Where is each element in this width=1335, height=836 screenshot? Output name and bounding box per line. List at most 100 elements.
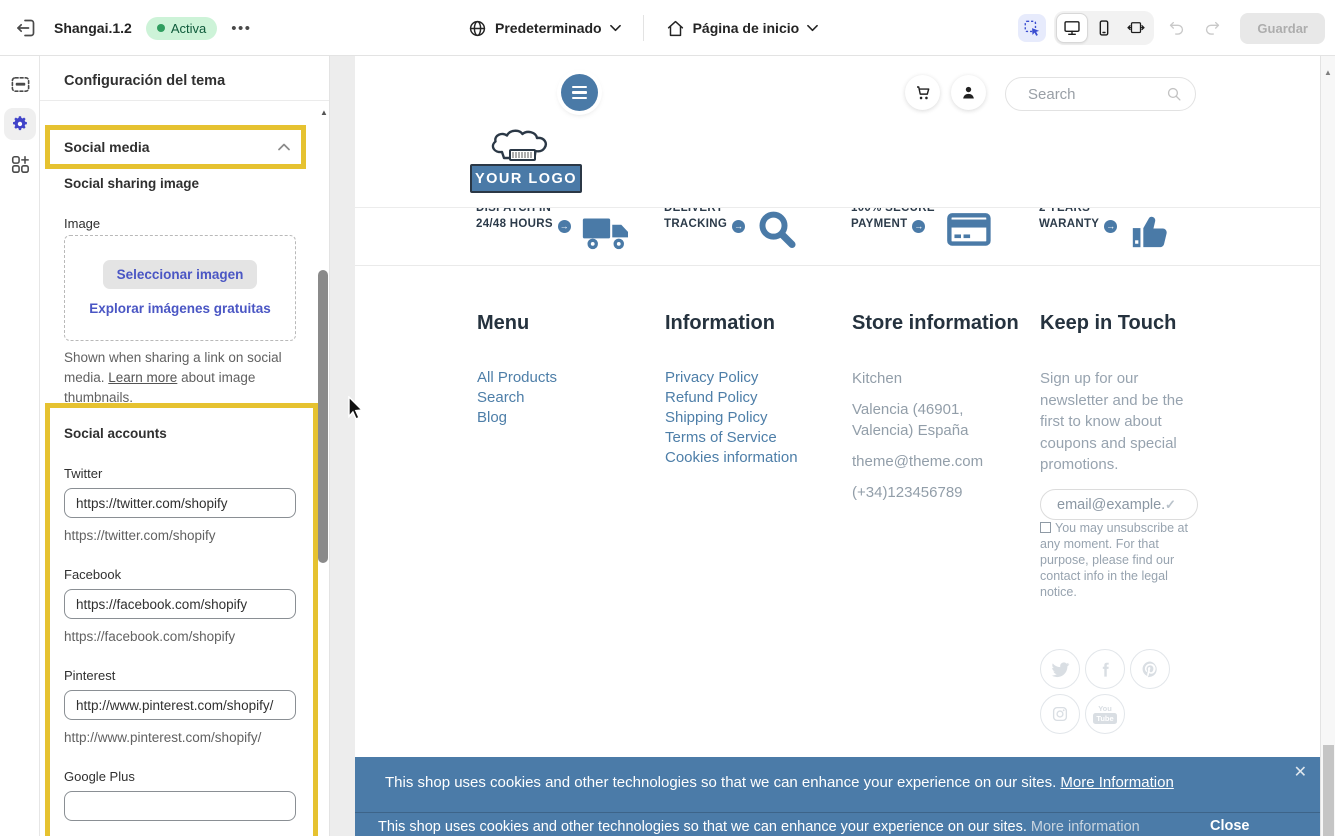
sidebar-scrollbar-thumb[interactable] bbox=[318, 270, 328, 563]
facebook-icon bbox=[1102, 662, 1109, 677]
newsletter-signup: ✓ bbox=[1040, 489, 1198, 520]
rail-theme-settings-tab[interactable] bbox=[4, 108, 36, 140]
arrow-circle-icon: → bbox=[557, 219, 571, 233]
learn-more-link[interactable]: Learn more bbox=[108, 370, 177, 385]
logo-text: YOUR LOGO bbox=[470, 164, 582, 193]
save-button[interactable]: Guardar bbox=[1240, 12, 1325, 44]
footer-link[interactable]: All Products bbox=[477, 368, 557, 388]
device-preview-switcher bbox=[1054, 11, 1155, 45]
arrow-circle-icon: → bbox=[1104, 219, 1118, 233]
responsive-width-icon bbox=[1127, 22, 1145, 34]
sections-icon bbox=[11, 76, 29, 92]
cart-button[interactable] bbox=[905, 75, 940, 110]
benefit-dispatch[interactable]: DISPATCH IN 24/48 HOURS → bbox=[476, 208, 633, 251]
inspector-cursor-icon bbox=[1024, 20, 1040, 36]
scroll-up-arrow[interactable]: ▲ bbox=[1324, 68, 1332, 77]
footer-store-title: Store information bbox=[852, 312, 1019, 334]
benefit-warranty[interactable]: 2 YEARS WARANTY → bbox=[1039, 208, 1173, 251]
instagram-icon bbox=[1052, 706, 1068, 722]
benefits-bar: DISPATCH IN 24/48 HOURS → DELIVERY TRACKI… bbox=[355, 208, 1320, 266]
image-dropzone[interactable]: Seleccionar imagen Explorar imágenes gra… bbox=[64, 235, 296, 341]
twitter-label: Twitter bbox=[64, 466, 103, 481]
social-facebook-button[interactable] bbox=[1085, 649, 1125, 689]
gear-icon bbox=[13, 116, 27, 131]
social-accounts-heading: Social accounts bbox=[64, 426, 167, 441]
mobile-view-button[interactable] bbox=[1088, 13, 1120, 43]
submit-check-icon[interactable]: ✓ bbox=[1165, 497, 1176, 513]
benefit-payment[interactable]: 100% SECURE PAYMENT → bbox=[851, 208, 993, 249]
chevron-down-icon bbox=[609, 24, 621, 32]
unsubscribe-checkbox[interactable] bbox=[1040, 522, 1051, 533]
thumbs-up-icon bbox=[1133, 216, 1167, 248]
store-logo[interactable]: YOUR LOGO bbox=[470, 120, 582, 196]
panel-title: Configuración del tema bbox=[64, 73, 226, 89]
theme-name: Shangai.1.2 bbox=[54, 20, 132, 36]
panel-divider bbox=[40, 100, 329, 101]
rail-apps-tab[interactable] bbox=[4, 148, 36, 180]
undo-button[interactable] bbox=[1162, 14, 1190, 42]
social-instagram-button[interactable] bbox=[1040, 694, 1080, 734]
explore-free-images-link[interactable]: Explorar imágenes gratuitas bbox=[89, 301, 271, 316]
footer-menu-column: Menu All Products Search Blog bbox=[477, 312, 557, 428]
cookie-close-button[interactable]: Close bbox=[1210, 818, 1250, 834]
more-actions-button[interactable]: ••• bbox=[231, 20, 251, 37]
more-information-link[interactable]: More information bbox=[1031, 819, 1140, 835]
twitter-helper: https://twitter.com/shopify bbox=[64, 528, 216, 543]
search-icon[interactable] bbox=[1166, 86, 1183, 103]
footer-store-column: Store information Kitchen Valencia (4690… bbox=[852, 312, 1019, 513]
footer-link[interactable]: Refund Policy bbox=[665, 388, 798, 408]
mobile-icon bbox=[1100, 20, 1109, 36]
google-plus-url-input[interactable] bbox=[64, 791, 296, 821]
footer-link[interactable]: Shipping Policy bbox=[665, 408, 798, 428]
desktop-view-button[interactable] bbox=[1056, 13, 1089, 43]
page-selector[interactable]: Página de inicio bbox=[666, 19, 819, 38]
newsletter-email-input[interactable] bbox=[1057, 496, 1165, 513]
user-icon bbox=[963, 86, 974, 99]
select-image-button[interactable]: Seleccionar imagen bbox=[102, 260, 258, 289]
rail-sections-tab[interactable] bbox=[4, 68, 36, 100]
cookie-close-icon[interactable]: ✕ bbox=[1294, 762, 1307, 782]
arrow-circle-icon: → bbox=[912, 219, 926, 233]
menu-toggle-button[interactable] bbox=[561, 74, 598, 111]
editor-topbar: Shangai.1.2 Activa ••• Predeterminado Pá… bbox=[0, 0, 1335, 56]
store-header: YOUR LOGO bbox=[355, 56, 1320, 208]
credit-card-icon bbox=[947, 213, 991, 246]
theme-settings-panel: Configuración del tema ▲ Social media So… bbox=[40, 56, 330, 836]
benefit-tracking[interactable]: DELIVERY TRACKING → bbox=[664, 208, 799, 251]
twitter-url-input[interactable] bbox=[64, 488, 296, 518]
twitter-icon bbox=[1051, 661, 1069, 677]
facebook-url-input[interactable] bbox=[64, 589, 296, 619]
youtube-icon: You Tube bbox=[1093, 704, 1117, 724]
footer-link[interactable]: Cookies information bbox=[665, 448, 798, 468]
facebook-label: Facebook bbox=[64, 567, 122, 582]
fullwidth-view-button[interactable] bbox=[1120, 13, 1152, 43]
footer-link[interactable]: Blog bbox=[477, 408, 557, 428]
newsletter-text: Sign up for our newsletter and be the fi… bbox=[1040, 370, 1184, 473]
social-pinterest-button[interactable] bbox=[1130, 649, 1170, 689]
footer-link[interactable]: Privacy Policy bbox=[665, 368, 798, 388]
preview-scrollbar[interactable]: ▲ bbox=[1320, 56, 1335, 836]
footer-information-column: Information Privacy Policy Refund Policy… bbox=[665, 312, 798, 468]
section-social-media[interactable]: Social media bbox=[50, 130, 300, 164]
chevron-down-icon bbox=[807, 24, 819, 32]
footer-link[interactable]: Search bbox=[477, 388, 557, 408]
sidebar-scroll-up-arrow[interactable]: ▲ bbox=[320, 108, 328, 117]
account-button[interactable] bbox=[951, 75, 986, 110]
more-information-link[interactable]: More Information bbox=[1060, 774, 1173, 791]
redo-button[interactable] bbox=[1198, 14, 1226, 42]
locale-selector[interactable]: Predeterminado bbox=[468, 19, 621, 38]
exit-icon bbox=[17, 19, 35, 37]
chevron-up-icon bbox=[278, 143, 290, 151]
social-twitter-button[interactable] bbox=[1040, 649, 1080, 689]
pinterest-helper: http://www.pinterest.com/shopify/ bbox=[64, 730, 262, 745]
store-search-input[interactable] bbox=[1028, 85, 1166, 103]
exit-editor-button[interactable] bbox=[12, 14, 40, 42]
pinterest-url-input[interactable] bbox=[64, 690, 296, 720]
hamburger-icon bbox=[572, 85, 587, 89]
apps-icon bbox=[11, 155, 29, 173]
section-inspector-toggle[interactable] bbox=[1018, 14, 1047, 42]
social-youtube-button[interactable]: You Tube bbox=[1085, 694, 1125, 734]
footer-link[interactable]: Terms of Service bbox=[665, 428, 798, 448]
preview-scrollbar-thumb[interactable] bbox=[1322, 745, 1334, 836]
cart-icon bbox=[916, 85, 929, 99]
